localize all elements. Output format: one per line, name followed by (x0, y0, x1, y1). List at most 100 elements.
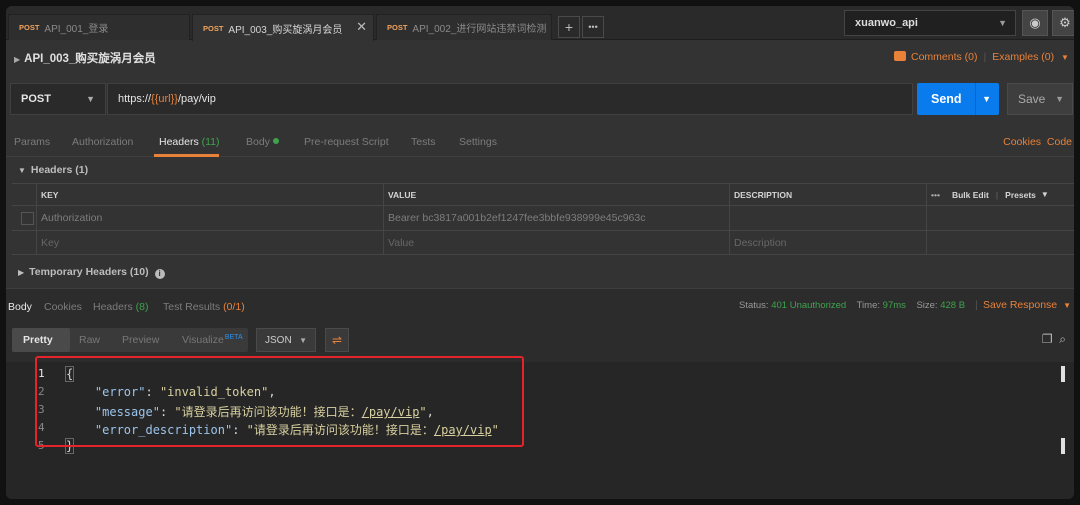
save-response-button[interactable]: | Save Response ▼ (975, 299, 1072, 311)
chevron-down-icon: ▼ (1063, 301, 1072, 310)
postman-window: POST API_001_登录 POST API_003_购买旋涡月会员 ✕ P… (6, 6, 1074, 499)
more-options-button[interactable]: ••• (931, 190, 940, 200)
format-select[interactable]: JSON ▼ (256, 328, 316, 352)
header-key-cell[interactable]: Authorization (36, 206, 383, 230)
view-raw[interactable]: Raw (79, 334, 100, 346)
chevron-down-icon[interactable]: ▼ (1061, 53, 1069, 62)
body-indicator-dot (272, 138, 279, 144)
presets-dropdown[interactable]: Presets (1005, 190, 1036, 200)
new-tab-button[interactable]: + (558, 16, 580, 38)
save-button[interactable]: Save ▼ (1007, 83, 1073, 115)
header-value-cell[interactable]: Bearer bc3817a001b2ef1247fee3bbfe938999e… (383, 206, 729, 230)
new-value-input[interactable]: Value (383, 231, 729, 254)
response-headers-count: (8) (135, 301, 149, 313)
code-link[interactable]: Code (1047, 136, 1072, 148)
view-visualize[interactable]: VisualizeBETA (182, 334, 243, 346)
view-preview[interactable]: Preview (122, 334, 159, 346)
url-variable: {{url}} (151, 93, 178, 105)
column-header-value: VALUE (383, 184, 729, 205)
send-label: Send (931, 92, 962, 106)
chevron-down-icon: ▼ (86, 94, 95, 104)
eye-icon: ◉ (1029, 15, 1041, 30)
response-status: Status: 401 Unauthorized Time: 97ms Size… (739, 300, 965, 311)
wrap-icon: ⇌ (331, 333, 343, 347)
size-label: Size: (916, 300, 938, 311)
url-input[interactable]: https://{{url}}/pay/vip (107, 83, 913, 115)
table-row: Authorization Bearer bc3817a001b2ef1247f… (12, 205, 1074, 230)
visualize-label: Visualize (182, 334, 224, 346)
bulk-edit-link[interactable]: Bulk Edit (952, 190, 989, 200)
tab-authorization[interactable]: Authorization (72, 136, 133, 148)
tab-label: API_002_进行网站违禁词检测 (412, 24, 547, 35)
response-tab-body[interactable]: Body (8, 301, 32, 313)
response-tabs: Body Cookies Headers (8) Test Results (0… (6, 288, 1074, 320)
temporary-headers-toggle[interactable]: ▶ Temporary Headers (10) i (18, 266, 165, 279)
tab-settings[interactable]: Settings (459, 136, 497, 148)
response-headers-label: Headers (93, 301, 133, 313)
save-response-label: Save Response (983, 299, 1058, 311)
new-key-input[interactable]: Key (36, 231, 383, 254)
view-pretty[interactable]: Pretty (23, 334, 53, 346)
headers-section-toggle[interactable]: ▼ Headers (1) (18, 164, 88, 176)
response-tools: ❐ ⌕ (1042, 332, 1066, 347)
chevron-right-icon: ▶ (18, 268, 25, 277)
scrollbar-marker (1061, 438, 1065, 454)
close-icon[interactable]: ✕ (356, 19, 367, 35)
new-description-input[interactable]: Description (729, 231, 926, 254)
temporary-headers-label: Temporary Headers (10) (29, 266, 149, 278)
comment-icon (894, 51, 906, 61)
tab-method: POST (19, 23, 40, 32)
test-results-count: (0/1) (223, 301, 245, 313)
method-select[interactable]: POST ▼ (10, 83, 106, 115)
chevron-down-icon[interactable]: ▼ (1041, 190, 1049, 199)
info-icon[interactable]: i (154, 269, 165, 279)
environment-select[interactable]: xuanwo_api ▼ (844, 10, 1016, 36)
manage-environments-button[interactable]: ⚙ (1052, 10, 1074, 36)
tab-api-003[interactable]: POST API_003_购买旋涡月会员 ✕ (192, 14, 374, 41)
wrap-lines-button[interactable]: ⇌ (325, 328, 349, 352)
gear-icon: ⚙ (1059, 15, 1071, 30)
request-title-text: API_003_购买旋涡月会员 (24, 53, 156, 65)
search-icon[interactable]: ⌕ (1059, 332, 1066, 346)
tab-pre-request-script[interactable]: Pre-request Script (304, 136, 389, 148)
tab-api-002[interactable]: POST API_002_进行网站违禁词检测 (376, 14, 552, 40)
response-tab-cookies[interactable]: Cookies (44, 301, 82, 313)
tab-headers-label: Headers (159, 136, 199, 148)
save-label: Save (1018, 92, 1046, 106)
send-button[interactable]: Send ▼ (917, 83, 999, 115)
environment-quick-look-button[interactable]: ◉ (1022, 10, 1048, 36)
header-description-cell[interactable] (729, 206, 926, 230)
tab-body[interactable]: Body (246, 136, 279, 148)
tab-api-001[interactable]: POST API_001_登录 (8, 14, 190, 40)
url-prefix: https:// (118, 93, 152, 105)
headers-count: (11) (201, 136, 220, 148)
cookies-link[interactable]: Cookies (1003, 136, 1041, 148)
method-value: POST (21, 93, 51, 105)
comments-examples: Comments (0) | Examples (0) ▼ (894, 51, 1069, 63)
column-header-key: KEY (36, 184, 383, 205)
tab-body-label: Body (246, 136, 270, 148)
examples-link[interactable]: Examples (0) (992, 51, 1054, 63)
response-tab-test-results[interactable]: Test Results (0/1) (163, 301, 245, 313)
environment-name: xuanwo_api (855, 17, 918, 29)
beta-badge: BETA (224, 334, 243, 341)
format-value: JSON (265, 334, 292, 346)
tab-label: API_003_购买旋涡月会员 (228, 24, 343, 36)
chevron-right-icon: ▶ (14, 55, 21, 64)
chevron-down-icon[interactable]: ▼ (982, 94, 991, 104)
tab-headers[interactable]: Headers (11) (159, 136, 220, 148)
more-tabs-button[interactable]: ••• (582, 16, 604, 38)
header-enabled-checkbox[interactable] (21, 211, 34, 225)
column-header-description: DESCRIPTION (729, 184, 926, 205)
time-label: Time: (856, 300, 881, 311)
response-tab-headers[interactable]: Headers (8) (93, 301, 148, 313)
copy-icon[interactable]: ❐ (1042, 332, 1053, 346)
tab-method: POST (387, 23, 408, 32)
time-value: 97ms (882, 300, 906, 311)
comments-link[interactable]: Comments (0) (911, 51, 978, 63)
chevron-down-icon[interactable]: ▼ (1055, 94, 1064, 104)
table-actions: ••• Bulk Edit | Presets ▼ (926, 184, 1074, 205)
tab-tests[interactable]: Tests (411, 136, 436, 148)
request-title[interactable]: ▶ API_003_购买旋涡月会员 (14, 50, 156, 66)
tab-params[interactable]: Params (14, 136, 50, 148)
